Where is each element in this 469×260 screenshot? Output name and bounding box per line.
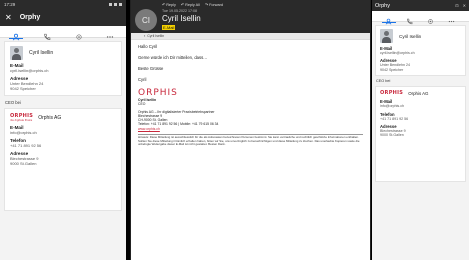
greeting: Hallo Cyril [138,44,158,49]
email-sender[interactable]: Cyril Isellin [162,14,201,23]
role-label: CEO bei [376,79,391,84]
phone-value[interactable]: +41 71 891 92 56 [10,143,116,148]
tab-bar [372,11,469,25]
reply-all-button[interactable]: ↶ Reply All [180,2,200,8]
contact-card: Cyril Isellin E-Mail cyril.isellin@orphi… [375,25,466,77]
email-value[interactable]: cyril.isellin@orphis.ch [380,51,461,55]
phone-icon [406,18,413,25]
signature-role: CEO [138,102,146,107]
wifi-icon [114,3,117,6]
sender-avatar: CI [135,9,157,31]
forward-icon: ↷ [204,3,209,7]
pane-title: Orphy [375,2,390,9]
person-icon [385,18,391,25]
contact-name: Cyril Isellin [29,50,54,56]
email-recipient[interactable]: E-Mail [162,25,176,30]
reply-all-label: Reply All [185,2,200,7]
reply-button[interactable]: ↶ Reply [162,2,176,8]
desktop-panel: Orphy ⊡ ✕ Cyril Isellin E-Mail cyril.ise… [372,0,469,260]
tab-settings[interactable] [427,12,435,24]
tab-settings[interactable] [75,28,83,40]
close-icon[interactable]: ✕ [5,13,12,22]
signature-logo: ORPHIS [138,88,178,98]
tab-call[interactable] [43,28,51,40]
signal-icon [109,3,112,6]
gear-icon [428,19,433,24]
contact-header: Cyril Isellin [10,46,116,60]
reply-label: Reply [166,2,176,7]
card-spacer [10,166,116,206]
sign-name: Cyril [138,77,147,82]
more-icon [449,20,455,23]
tab-contact[interactable] [381,12,396,25]
company-card: ORPHIS Orphis AG E-Mail info@orphis.ch T… [375,86,466,182]
tab-bar [0,26,126,40]
pin-icon[interactable]: ⊡ [455,3,458,8]
phone-value[interactable]: +41 71 891 92 56 [380,117,461,121]
tab-more[interactable] [448,12,456,23]
avatar [380,29,393,43]
contact-header: Cyril Isellin [380,29,461,43]
company-logo: ORPHIS die digitale Praxis [10,113,33,122]
pane-titlebar: Orphy ⊡ ✕ [372,0,469,11]
status-bar: 17:29 [0,0,126,9]
company-email-value[interactable]: info@orphis.ch [10,130,116,135]
disclaimer: Hinweis: Diese Mitteilung ist ausschlies… [138,134,363,147]
email-date: Tue 19.05.2022 17:08 [162,9,198,13]
status-time: 17:29 [4,2,16,7]
contact-card: Cyril Isellin E-Mail cyril.isellin@orphi… [4,41,122,96]
tab-more[interactable] [106,28,114,38]
company-email-value[interactable]: info@orphis.ch [380,104,461,108]
card-spacer [380,138,461,178]
status-icons [109,3,122,6]
company-card: ORPHIS die digitale Praxis Orphis AG E-Ma… [4,108,122,211]
reply-icon: ↶ [162,3,166,7]
phone-icon [44,33,51,40]
reply-all-icon: ↶ [180,3,185,7]
email-header: CI ↶ Reply ↶ Reply All ↷ Forward Tue 19.05.… [131,0,370,33]
closing: Beste Grüsse [138,66,164,71]
avatar [10,46,23,60]
battery-icon [119,3,122,6]
more-icon [107,35,114,38]
contact-name: Cyril Isellin [399,33,422,39]
company-logo: ORPHIS [380,90,404,97]
forward-label: Forward [209,2,223,7]
window-controls: ⊡ ✕ [455,3,466,8]
company-logo-sub: die digitale Praxis [10,119,33,122]
role-label: CEO bei [5,100,21,105]
person-icon [12,33,19,40]
forward-button[interactable]: ↷ Forward [204,2,223,8]
company-name: Orphis AG [38,114,62,121]
email-body: Hallo Cyril Gerne würde ich Dir mitteile… [131,40,370,151]
attachment-icon: ▪ [144,34,146,38]
attachment-label: Cyril Isellin [147,34,165,38]
tab-call[interactable] [406,12,414,25]
app-bar: ✕ Orphy [0,9,126,26]
mobile-panel: 17:29 ✕ Orphy Cyril Isellin E-Mail cyril… [0,0,126,260]
gear-icon [76,33,82,40]
close-icon[interactable]: ✕ [463,3,466,8]
email-value[interactable]: cyril.isellin@orphis.ch [10,68,116,73]
company-header: ORPHIS die digitale Praxis Orphis AG [10,113,116,122]
app-title: Orphy [19,14,41,21]
email-panel: CI ↶ Reply ↶ Reply All ↷ Forward Tue 19.05.… [130,0,371,260]
attachment-bar[interactable]: ▪ Cyril Isellin [131,33,370,40]
address-line2: 9042 Speicher [10,86,36,91]
screenshot-root: 17:29 ✕ Orphy Cyril Isellin E-Mail cyril… [0,0,469,260]
address-line2: 9042 Speicher [380,67,404,72]
signature-web-link[interactable]: www.orphis.ch [138,127,363,131]
email-actions: ↶ Reply ↶ Reply All ↷ Forward [162,2,223,8]
body-line: Gerne würde ich Dir mitteilen, dass… [138,55,208,60]
tab-contact[interactable] [8,28,23,40]
company-header: ORPHIS Orphis AG [380,90,461,96]
company-name: Orphis AG [408,90,429,96]
